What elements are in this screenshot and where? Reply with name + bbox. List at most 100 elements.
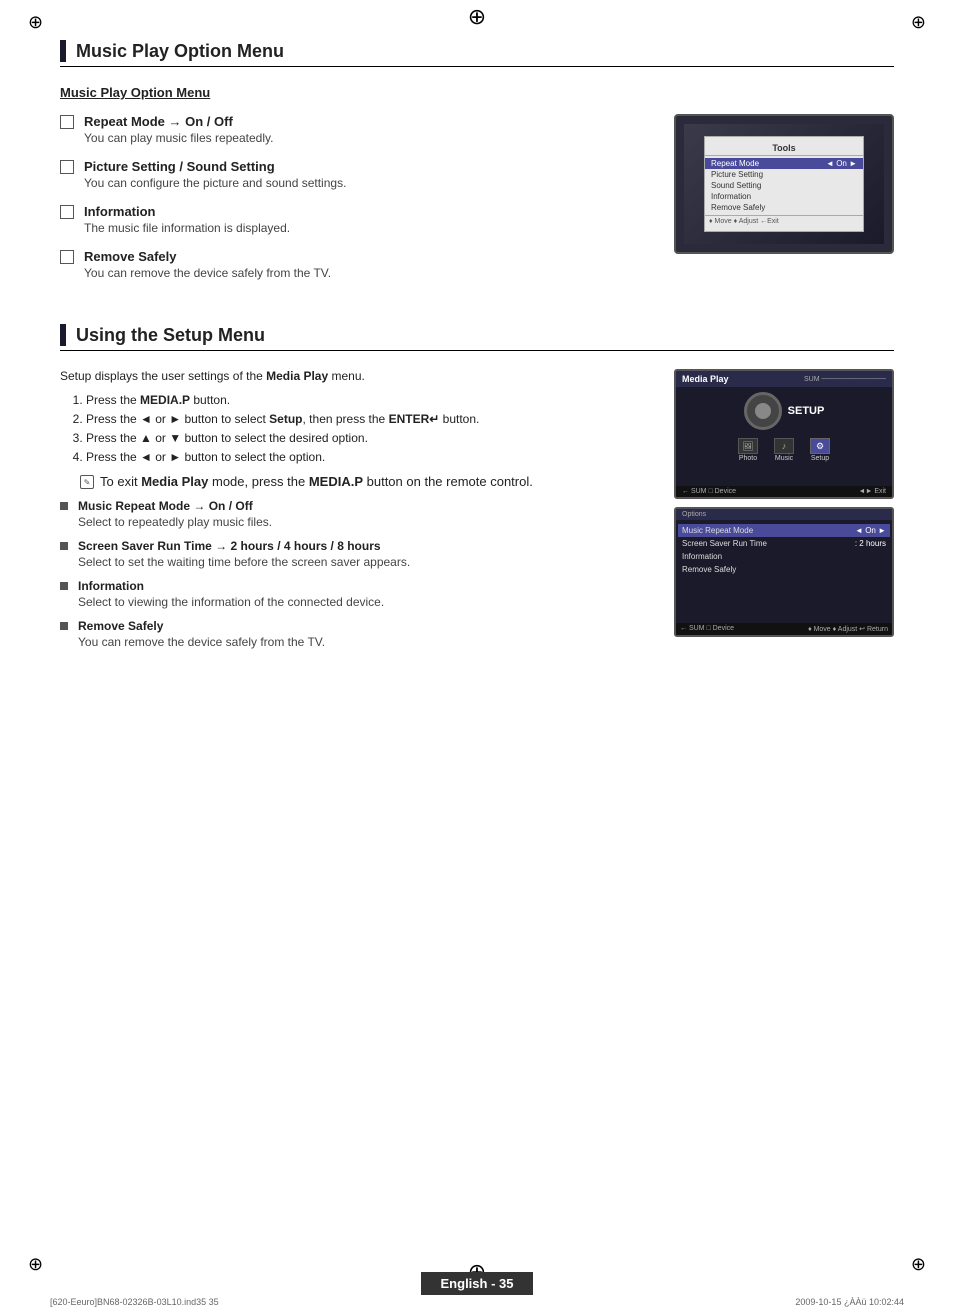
bottom-meta: [620-Eeuro]BN68-02326B-03L10.ind35 35 20… [50, 1297, 904, 1307]
menu-item-repeat: Repeat Mode → On / Off You can play musi… [60, 114, 654, 145]
sm-screensaver-value: : 2 hours [855, 539, 886, 548]
bullet-info-content: Information Select to viewing the inform… [78, 579, 384, 609]
bullet-screensaver-desc: Select to set the waiting time before th… [78, 555, 410, 569]
step-4: Press the ◄ or ► button to select the op… [86, 450, 654, 464]
step-1: Press the MEDIA.P button. [86, 393, 654, 407]
bullet-icon-info [60, 582, 68, 590]
note-text: To exit Media Play mode, press the MEDIA… [100, 474, 533, 489]
step-3: Press the ▲ or ▼ button to select the de… [86, 431, 654, 445]
bullet-music-repeat-desc: Select to repeatedly play music files. [78, 515, 272, 529]
tools-item-remove: Remove Safely [705, 202, 863, 213]
tools-item-repeat-label: Repeat Mode [711, 159, 759, 168]
menu-item-information-content: Information The music file information i… [84, 204, 290, 235]
bottom-left-text: [620-Eeuro]BN68-02326B-03L10.ind35 35 [50, 1297, 219, 1307]
bullet-screensaver-title: Screen Saver Run Time → 2 hours / 4 hour… [78, 539, 410, 553]
menu-item-remove-desc: You can remove the device safely from th… [84, 266, 331, 280]
tools-screen-bg: Tools Repeat Mode ◄ On ► Picture Setting… [684, 124, 884, 244]
sm-item-music-repeat: Music Repeat Mode ◄ On ► [678, 524, 890, 537]
menu-item-repeat-content: Repeat Mode → On / Off You can play musi… [84, 114, 273, 145]
section2-bar [60, 324, 66, 346]
page-footer: English - 35 [0, 1272, 954, 1295]
section1-tv-screen: Tools Repeat Mode ◄ On ► Picture Setting… [674, 114, 894, 294]
mp-music-label: Music [775, 455, 793, 462]
checkbox-icon-repeat [60, 115, 74, 129]
bullet-screensaver: Screen Saver Run Time → 2 hours / 4 hour… [60, 539, 654, 569]
sm-remove-label: Remove Safely [682, 565, 736, 574]
menu-item-remove: Remove Safely You can remove the device … [60, 249, 654, 280]
sm-music-repeat-value: ◄ On ► [855, 526, 886, 535]
bullet-info-desc: Select to viewing the information of the… [78, 595, 384, 609]
bullet-remove-content: Remove Safely You can remove the device … [78, 619, 325, 649]
tools-tv-screen: Tools Repeat Mode ◄ On ► Picture Setting… [674, 114, 894, 254]
bullet-icon-screensaver [60, 542, 68, 550]
bullet-items: Music Repeat Mode → On / Off Select to r… [60, 499, 654, 649]
tools-item-sound: Sound Setting [705, 180, 863, 191]
bullet-icon-remove [60, 622, 68, 630]
bullet-remove-desc: You can remove the device safely from th… [78, 635, 325, 649]
sm-info-label: Information [682, 552, 722, 561]
mp-header: Media Play SUM ───────────── [676, 371, 892, 387]
page-footer-box: English - 35 [421, 1272, 534, 1295]
tools-popup-title: Tools [705, 141, 863, 156]
menu-item-repeat-desc: You can play music files repeatedly. [84, 131, 273, 145]
section1-left: Repeat Mode → On / Off You can play musi… [60, 114, 654, 294]
mp-footer-left: ← SUM □ Device [682, 488, 736, 495]
sm-content: Music Repeat Mode ◄ On ► Screen Saver Ru… [676, 520, 892, 580]
bullet-info-title: Information [78, 579, 384, 593]
bullet-icon-music-repeat [60, 502, 68, 510]
checkbox-icon-remove [60, 250, 74, 264]
tools-item-repeat: Repeat Mode ◄ On ► [705, 158, 863, 169]
note-icon: ✎ [80, 475, 94, 489]
mp-footer-right: ◄► Exit [859, 488, 886, 495]
bullet-music-repeat-title: Music Repeat Mode → On / Off [78, 499, 272, 513]
section2-content: Setup displays the user settings of the … [60, 369, 894, 659]
mp-setup-label: Setup [811, 455, 829, 462]
section2-title: Using the Setup Menu [76, 325, 265, 346]
tools-item-info-label: Information [711, 192, 751, 201]
reg-mark-top-center: ⊕ [468, 4, 486, 30]
footer-label: English - 35 [441, 1276, 514, 1291]
bottom-right-text: 2009-10-15 ¿ÀÀü 10:02:44 [795, 1297, 904, 1307]
setup-menu-screen: Options Music Repeat Mode ◄ On ► Screen … [674, 507, 894, 637]
tools-item-remove-label: Remove Safely [711, 203, 765, 212]
sm-screensaver-label: Screen Saver Run Time [682, 539, 767, 548]
section1-content: Repeat Mode → On / Off You can play musi… [60, 114, 894, 294]
bullet-music-repeat: Music Repeat Mode → On / Off Select to r… [60, 499, 654, 529]
tools-popup: Tools Repeat Mode ◄ On ► Picture Setting… [704, 136, 864, 232]
page-wrapper: ⊕ ⊕ ⊕ ⊕ ⊕ ⊕ Music Play Option Menu Music… [0, 0, 954, 1315]
reg-mark-top-left: ⊕ [28, 12, 43, 33]
section2: Using the Setup Menu Setup displays the … [60, 324, 894, 659]
section1-header: Music Play Option Menu [60, 40, 894, 67]
tools-item-sound-label: Sound Setting [711, 181, 761, 190]
checkbox-icon-information [60, 205, 74, 219]
section1-bar [60, 40, 66, 62]
setup-label: SETUP [788, 405, 825, 417]
bullet-music-repeat-content: Music Repeat Mode → On / Off Select to r… [78, 499, 272, 529]
bullet-remove-title: Remove Safely [78, 619, 325, 633]
menu-item-picture: Picture Setting / Sound Setting You can … [60, 159, 654, 190]
section1: Music Play Option Menu Music Play Option… [60, 40, 894, 294]
note-item: ✎ To exit Media Play mode, press the MED… [80, 474, 654, 489]
mp-header-info: SUM ───────────── [804, 376, 886, 383]
bullet-remove: Remove Safely You can remove the device … [60, 619, 654, 649]
step-2: Press the ◄ or ► button to select Setup,… [86, 412, 654, 426]
sm-music-repeat-label: Music Repeat Mode [682, 526, 753, 535]
checkbox-icon-picture [60, 160, 74, 174]
menu-item-repeat-title: Repeat Mode → On / Off [84, 114, 273, 129]
menu-item-picture-desc: You can configure the picture and sound … [84, 176, 346, 190]
menu-item-picture-title: Picture Setting / Sound Setting [84, 159, 346, 174]
sm-footer-left: ← SUM □ Device [680, 625, 734, 633]
menu-item-information-desc: The music file information is displayed. [84, 221, 290, 235]
steps-left: Setup displays the user settings of the … [60, 369, 654, 659]
menu-item-remove-title: Remove Safely [84, 249, 331, 264]
tools-item-picture: Picture Setting [705, 169, 863, 180]
sm-item-remove: Remove Safely [682, 563, 886, 576]
mp-photo-label: Photo [739, 455, 757, 462]
sm-footer-right: ♦ Move ♦ Adjust ↩ Return [808, 625, 888, 633]
tools-item-picture-label: Picture Setting [711, 170, 763, 179]
tools-popup-footer: ♦ Move ♦ Adjust ←Exit [705, 215, 863, 227]
menu-item-information: Information The music file information i… [60, 204, 654, 235]
menu-item-information-title: Information [84, 204, 290, 219]
section1-title: Music Play Option Menu [76, 41, 284, 62]
menu-item-remove-content: Remove Safely You can remove the device … [84, 249, 331, 280]
